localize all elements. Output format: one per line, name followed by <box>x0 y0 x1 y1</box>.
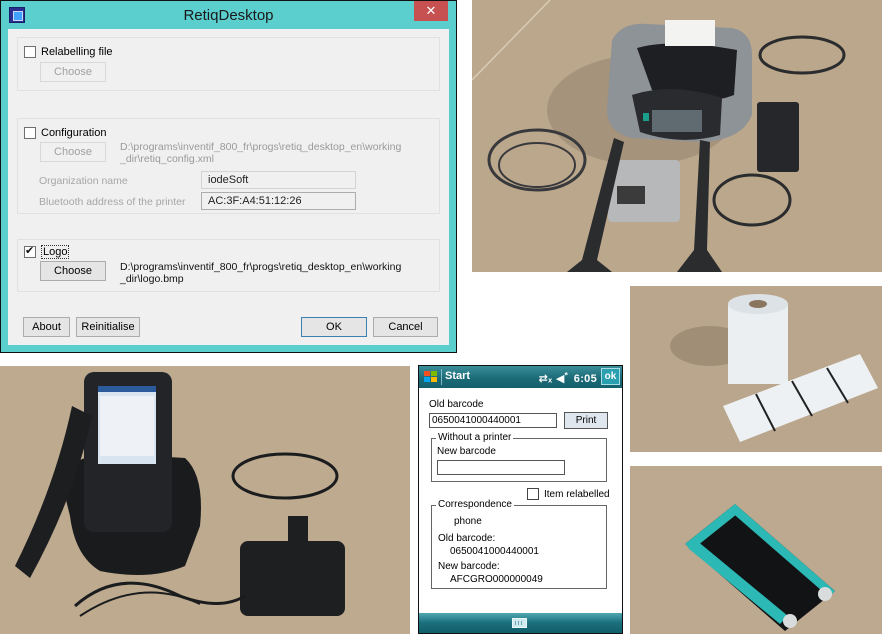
handheld-dock-illustration <box>0 366 410 634</box>
top-bar-separator <box>441 369 442 385</box>
old-barcode-label: Old barcode <box>429 399 484 410</box>
label-roll-illustration <box>630 286 882 452</box>
correspondence-new-barcode-label: New barcode: <box>438 561 500 572</box>
logo-group: Logo Choose D:\programs\inventif_800_fr\… <box>17 239 440 292</box>
configuration-path: D:\programs\inventif_800_fr\progs\retiq_… <box>120 141 401 165</box>
new-barcode-label: New barcode <box>437 446 496 457</box>
about-button[interactable]: About <box>23 317 70 337</box>
printer-photo-illustration <box>472 0 882 272</box>
organization-name-field[interactable]: iodeSoft <box>201 171 356 189</box>
logo-checkbox-row[interactable]: Logo <box>24 244 70 259</box>
logo-path-line1: D:\programs\inventif_800_fr\progs\retiq_… <box>120 261 402 273</box>
configuration-group: Configuration Choose D:\programs\inventi… <box>17 118 440 214</box>
item-relabelled-checkbox[interactable] <box>527 488 539 500</box>
configuration-path-line2: _dir\retiq_config.xml <box>120 153 214 165</box>
relabelling-checkbox-row[interactable]: Relabelling file <box>24 46 113 58</box>
clock: 6:05 <box>573 373 597 385</box>
window-title: RetiqDesktop <box>183 7 274 24</box>
ok-button[interactable]: OK <box>301 317 367 337</box>
label-roll-photo <box>630 286 882 452</box>
logo-path-line2: _dir\logo.bmp <box>120 273 184 285</box>
without-printer-title: Without a printer <box>436 432 514 443</box>
bluetooth-address-label: Bluetooth address of the printer <box>39 196 186 208</box>
reinitialise-button[interactable]: Reinitialise <box>76 317 140 337</box>
window-client-area: Relabelling file Choose Configuration Ch… <box>8 29 449 345</box>
handheld-dock-photo <box>0 366 410 634</box>
without-printer-group: Without a printer New barcode <box>431 432 607 482</box>
organization-name-label: Organization name <box>39 175 128 187</box>
correspondence-old-barcode-label: Old barcode: <box>438 533 496 544</box>
configuration-checkbox-row[interactable]: Configuration <box>24 127 106 139</box>
configuration-path-line1: D:\programs\inventif_800_fr\progs\retiq_… <box>120 141 402 153</box>
logo-path: D:\programs\inventif_800_fr\progs\retiq_… <box>120 261 401 285</box>
retiq-desktop-window: RetiqDesktop ✕ Relabelling file Choose C… <box>0 0 457 353</box>
status-indicators: ⇄ₓ ◀ﾞ 6:05 <box>539 370 597 386</box>
relabelling-choose-button[interactable]: Choose <box>40 62 106 82</box>
configuration-choose-button[interactable]: Choose <box>40 142 106 162</box>
title-bar: RetiqDesktop ✕ <box>1 1 456 29</box>
bluetooth-address-field[interactable]: AC:3F:A4:51:12:26 <box>201 192 356 210</box>
start-label[interactable]: Start <box>445 370 470 382</box>
logo-choose-button[interactable]: Choose <box>40 261 106 281</box>
ok-button[interactable]: ok <box>601 368 620 385</box>
logo-checkbox[interactable] <box>24 244 36 258</box>
windows-flag-icon[interactable] <box>423 369 438 384</box>
old-barcode-input[interactable]: 0650041000440001 <box>429 413 557 428</box>
mobile-top-bar: Start ⇄ₓ ◀ﾞ 6:05 ok <box>419 366 622 388</box>
close-icon: ✕ <box>425 3 437 18</box>
connectivity-icon: ⇄ₓ <box>538 373 553 385</box>
configuration-checkbox[interactable] <box>24 127 36 139</box>
printer-photo <box>472 0 882 272</box>
correspondence-item-name: phone <box>454 516 482 527</box>
relabelling-group: Relabelling file Choose <box>17 37 440 91</box>
mobile-body: Old barcode 0650041000440001 Print Witho… <box>419 388 622 613</box>
correspondence-old-barcode-value: 0650041000440001 <box>450 546 539 557</box>
print-button[interactable]: Print <box>564 412 608 429</box>
ribbon-cartridge-photo <box>630 466 882 634</box>
new-barcode-input[interactable] <box>437 460 565 475</box>
keyboard-icon[interactable] <box>512 618 527 628</box>
configuration-label: Configuration <box>41 127 107 139</box>
volume-icon: ◀ﾞ <box>555 373 571 385</box>
item-relabelled-label: Item relabelled <box>544 489 610 500</box>
logo-label: Logo <box>41 245 70 259</box>
correspondence-title: Correspondence <box>436 499 514 510</box>
close-button[interactable]: ✕ <box>414 1 448 21</box>
correspondence-new-barcode-value: AFCGRO000000049 <box>450 574 543 585</box>
relabelling-checkbox[interactable] <box>24 46 36 58</box>
relabelling-label: Relabelling file <box>41 46 113 58</box>
cancel-button[interactable]: Cancel <box>373 317 438 337</box>
ribbon-cartridge-illustration <box>630 466 882 634</box>
mobile-screen: Start ⇄ₓ ◀ﾞ 6:05 ok Old barcode 06500410… <box>418 365 623 634</box>
mobile-bottom-bar <box>419 613 622 633</box>
correspondence-group: Correspondence phone Old barcode: 065004… <box>431 499 607 589</box>
